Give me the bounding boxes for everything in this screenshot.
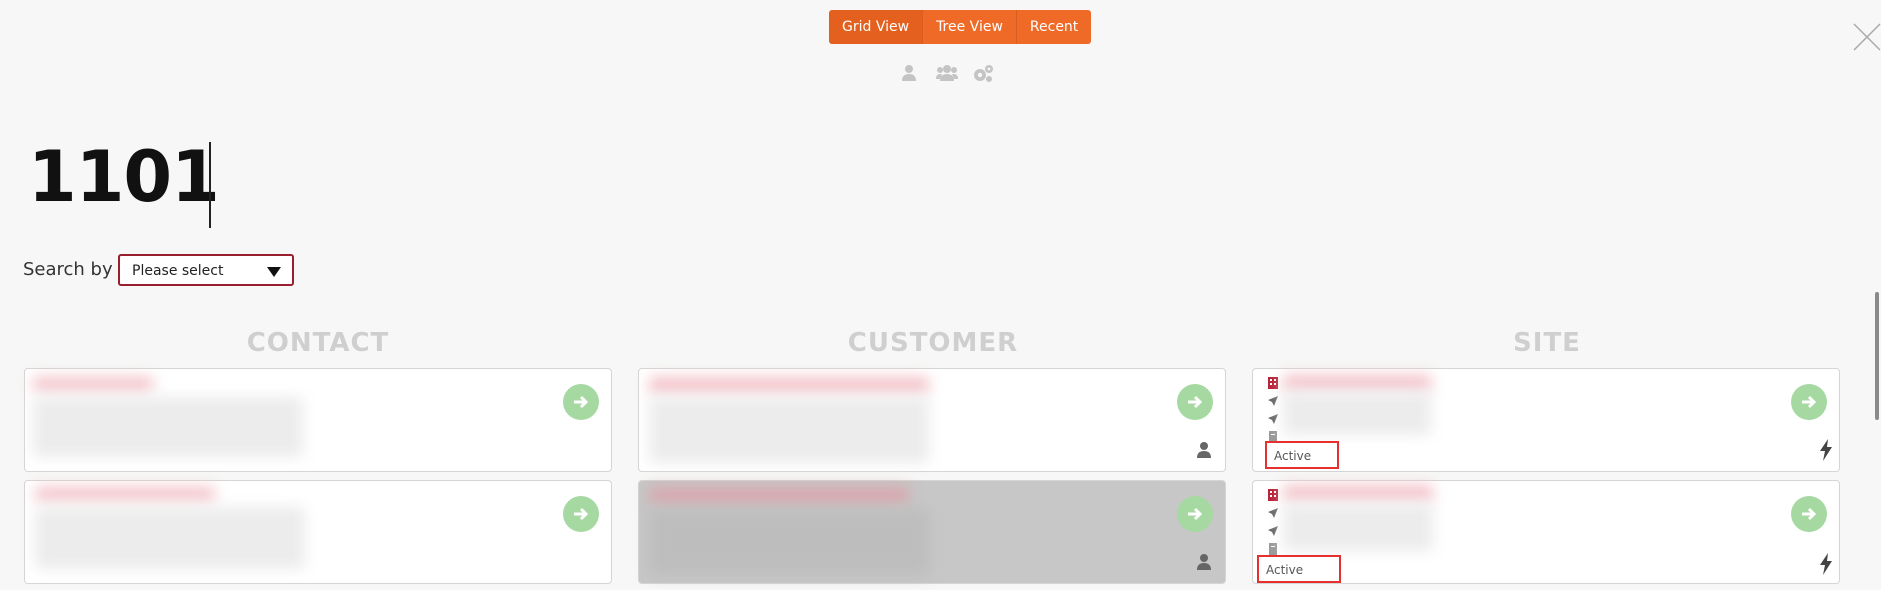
- lightning-icon: [1819, 553, 1835, 575]
- redacted-details: [649, 509, 929, 575]
- open-arrow-button[interactable]: [563, 496, 599, 532]
- arrow-right-icon: [574, 507, 589, 521]
- status-badge: Active: [1257, 555, 1341, 583]
- site-column-heading: SITE: [1513, 328, 1581, 358]
- redacted-name: [1283, 485, 1433, 501]
- site-icon-column: [1267, 486, 1279, 558]
- tree-view-button[interactable]: Tree View: [922, 10, 1016, 44]
- redacted-details: [33, 397, 303, 457]
- search-by-label: Search by: [23, 259, 113, 280]
- status-badge: Active: [1265, 441, 1339, 469]
- lightning-icon: [1819, 439, 1835, 461]
- grid-view-button[interactable]: Grid View: [829, 10, 923, 44]
- contact-card[interactable]: [24, 368, 612, 472]
- chevron-down-icon: [267, 267, 281, 277]
- redacted-details: [649, 397, 929, 463]
- redacted-name: [649, 377, 929, 393]
- scrollbar[interactable]: [1875, 292, 1879, 420]
- text-caret: [209, 142, 211, 228]
- contact-column-heading: CONTACT: [246, 328, 390, 358]
- open-arrow-button[interactable]: [1791, 384, 1827, 420]
- arrow-right-icon: [1802, 395, 1817, 409]
- customer-card[interactable]: [638, 480, 1226, 584]
- redacted-name: [1283, 375, 1431, 391]
- redacted-name: [33, 377, 153, 391]
- customer-column-heading: CUSTOMER: [847, 328, 1019, 358]
- site-icon-column: [1267, 374, 1279, 446]
- arrow-right-icon: [1802, 507, 1817, 521]
- server-icon: [1267, 428, 1279, 443]
- location-arrow-icon: [1267, 392, 1279, 406]
- open-arrow-button[interactable]: [563, 384, 599, 420]
- select-value: Please select: [132, 263, 224, 279]
- entity-filter-icons: [900, 64, 993, 84]
- arrow-right-icon: [1188, 507, 1203, 521]
- building-icon: [1267, 374, 1279, 389]
- location-arrow-icon: [1267, 410, 1279, 424]
- arrow-right-icon: [1188, 395, 1203, 409]
- search-by-select[interactable]: Please select: [118, 254, 294, 286]
- gears-icon[interactable]: [972, 64, 993, 84]
- building-icon: [1267, 486, 1279, 501]
- redacted-details: [1283, 503, 1433, 551]
- close-icon[interactable]: [1852, 22, 1881, 52]
- redacted-name: [35, 487, 215, 501]
- server-icon: [1267, 540, 1279, 555]
- site-card[interactable]: Active: [1252, 480, 1840, 584]
- customer-card[interactable]: [638, 368, 1226, 472]
- person-icon: [1195, 553, 1213, 571]
- location-arrow-icon: [1267, 504, 1279, 518]
- person-icon[interactable]: [900, 64, 920, 84]
- recent-button[interactable]: Recent: [1015, 10, 1092, 44]
- person-icon: [1195, 441, 1213, 459]
- open-arrow-button[interactable]: [1177, 496, 1213, 532]
- redacted-name: [649, 487, 909, 503]
- open-arrow-button[interactable]: [1177, 384, 1213, 420]
- arrow-right-icon: [574, 395, 589, 409]
- location-arrow-icon: [1267, 522, 1279, 536]
- site-card[interactable]: Active: [1252, 368, 1840, 472]
- search-query-input[interactable]: 1101: [28, 142, 220, 212]
- open-arrow-button[interactable]: [1791, 496, 1827, 532]
- view-toggle: Grid View Tree View Recent: [829, 10, 1092, 44]
- contact-card[interactable]: [24, 480, 612, 584]
- group-icon[interactable]: [936, 64, 958, 84]
- redacted-details: [1283, 391, 1431, 435]
- redacted-details: [35, 507, 305, 569]
